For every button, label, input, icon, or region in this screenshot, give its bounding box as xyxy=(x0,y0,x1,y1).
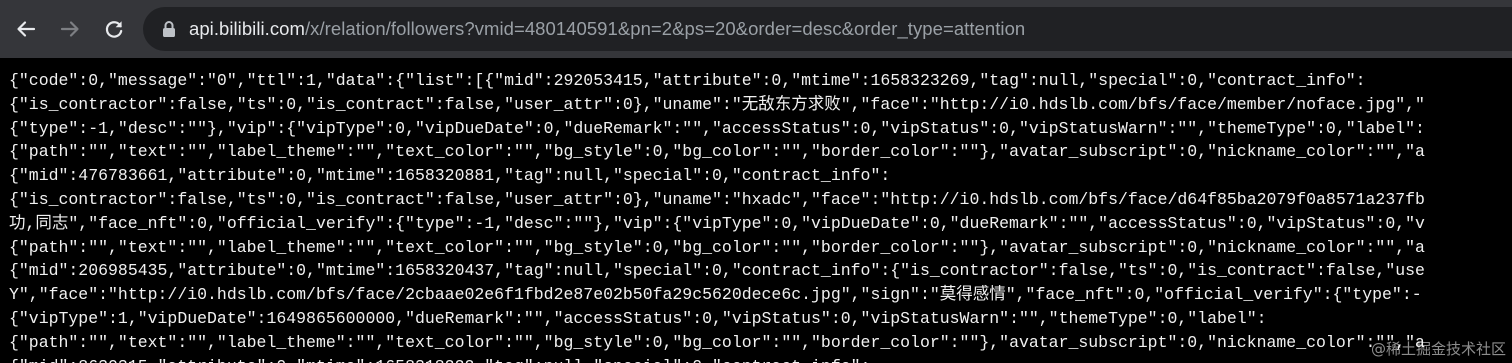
json-line: {"is_contractor":false,"ts":0,"is_contra… xyxy=(9,189,1425,209)
json-line: 功,同志","face_nft":0,"official_verify":{"t… xyxy=(9,213,1425,233)
json-line: {"code":0,"message":"0","ttl":1,"data":{… xyxy=(9,71,1366,90)
forward-button[interactable] xyxy=(50,9,90,49)
address-url[interactable]: api.bilibili.com/x/relation/followers?vm… xyxy=(189,7,1025,51)
back-arrow-icon xyxy=(17,21,36,37)
address-bar[interactable]: api.bilibili.com/x/relation/followers?vm… xyxy=(143,7,1512,51)
back-button[interactable] xyxy=(6,9,46,49)
json-line: {"mid":8630315,"attribute":0,"mtime":165… xyxy=(9,355,1512,363)
json-line: {"path":"","text":"","label_theme":"","t… xyxy=(9,142,1425,162)
reload-button[interactable] xyxy=(94,9,134,49)
reload-icon xyxy=(105,21,123,38)
json-line: {"mid":476783661,"attribute":0,"mtime":1… xyxy=(9,166,891,186)
json-response-page: {"code":0,"message":"0","ttl":1,"data":{… xyxy=(0,58,1512,363)
url-path: /x/relation/followers?vmid=480140591&pn=… xyxy=(304,18,1026,39)
lock-icon[interactable] xyxy=(159,19,179,39)
json-line: {"mid":206985435,"attribute":0,"mtime":1… xyxy=(9,261,1425,281)
watermark: @稀土掘金技术社区 xyxy=(1370,340,1506,358)
browser-toolbar: api.bilibili.com/x/relation/followers?vm… xyxy=(0,0,1512,58)
json-line: {"type":-1,"desc":""},"vip":{"vipType":0… xyxy=(9,118,1425,138)
json-line: {"is_contractor":false,"ts":0,"is_contra… xyxy=(9,94,1425,114)
url-host: api.bilibili.com xyxy=(189,18,305,39)
json-line: Y","face":"http://i0.hdslb.com/bfs/face/… xyxy=(9,285,1422,305)
json-line: {"path":"","text":"","label_theme":"","t… xyxy=(9,332,1425,352)
json-line: {"vipType":1,"vipDueDate":1649865600000,… xyxy=(9,308,1267,328)
json-line: {"path":"","text":"","label_theme":"","t… xyxy=(9,237,1425,257)
json-text: {"code":0,"message":"0","ttl":1,"data":{… xyxy=(9,69,1512,363)
forward-arrow-icon xyxy=(60,21,79,37)
